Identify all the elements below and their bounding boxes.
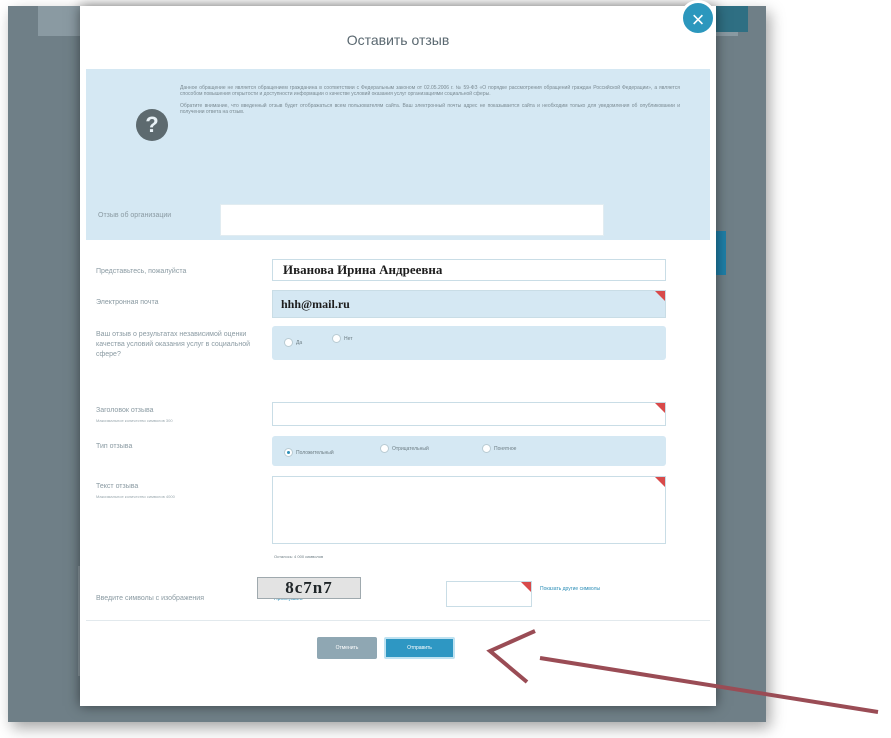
radio-icon[interactable] <box>380 444 389 453</box>
radio-checked-icon[interactable] <box>284 448 293 457</box>
result-option-yes[interactable]: Да <box>284 338 302 347</box>
name-label: Представьтесь, пожалуйста <box>96 268 187 275</box>
radio-icon[interactable] <box>482 444 491 453</box>
option-label: Положительный <box>296 449 334 456</box>
option-label: Да <box>296 339 303 346</box>
captcha-image: 8c7n7 <box>257 577 361 599</box>
review-text-area[interactable] <box>272 476 666 544</box>
notice-text: Данное обращение не является обращением … <box>180 85 680 121</box>
result-option-no[interactable]: Нет <box>332 334 353 343</box>
text-label: Текст отзыва Максимальное количество сим… <box>96 482 175 502</box>
radio-icon[interactable] <box>284 338 293 347</box>
title-hint: Максимальное количество символов 300 <box>96 418 173 423</box>
name-field[interactable]: Иванова Ирина Андреевна <box>272 259 666 281</box>
cancel-button[interactable]: Отменить <box>317 637 377 659</box>
captcha-field[interactable] <box>446 581 532 607</box>
type-label: Тип отзыва <box>96 443 133 450</box>
organization-row: Отзыв об организации <box>86 192 710 240</box>
type-options: Положительный Отрицательный Понятное <box>272 436 666 466</box>
close-icon[interactable]: × <box>680 0 716 36</box>
captcha-image-text: 8c7n7 <box>285 578 333 597</box>
result-options: Да Нет <box>272 326 666 360</box>
option-label: Отрицательный <box>392 445 429 452</box>
type-option-positive[interactable]: Положительный <box>284 448 334 457</box>
notice-paragraph: Обратите внимание, что введенный отзыв б… <box>180 103 680 115</box>
captcha-other-link[interactable]: Показать другие символы <box>540 586 610 593</box>
organization-label: Отзыв об организации <box>98 212 172 219</box>
type-option-neutral[interactable]: Понятное <box>482 444 516 453</box>
review-title-field[interactable] <box>272 402 666 426</box>
character-counter: Осталось: 4 000 символов <box>274 554 324 559</box>
send-button[interactable]: Отправить <box>384 637 455 659</box>
text-hint: Максимальное количество символов 4000 <box>96 494 175 499</box>
title-label: Заголовок отзыва Максимальное количество… <box>96 406 173 426</box>
review-dialog: Оставить отзыв ? Данное обращение не явл… <box>80 6 716 706</box>
option-label: Понятное <box>494 445 517 452</box>
text-label-text: Текст отзыва <box>96 483 139 490</box>
option-label: Нет <box>344 335 353 342</box>
notice-panel: ? Данное обращение не является обращение… <box>86 69 710 192</box>
type-option-negative[interactable]: Отрицательный <box>380 444 429 453</box>
result-label: Ваш отзыв о результатах независимой оцен… <box>96 331 251 358</box>
question-icon: ? <box>136 109 168 141</box>
review-form: Представьтесь, пожалуйста Иванова Ирина … <box>86 244 710 610</box>
organization-field[interactable] <box>220 204 604 236</box>
notice-paragraph: Данное обращение не является обращением … <box>180 85 680 97</box>
captcha-label: Введите символы с изображения <box>96 595 204 602</box>
dialog-title: Оставить отзыв <box>346 32 450 48</box>
divider <box>86 620 710 621</box>
title-label-text: Заголовок отзыва <box>96 407 154 414</box>
email-field[interactable]: hhh@mail.ru <box>272 290 666 318</box>
email-label: Электронная почта <box>96 299 159 306</box>
radio-icon[interactable] <box>332 334 341 343</box>
